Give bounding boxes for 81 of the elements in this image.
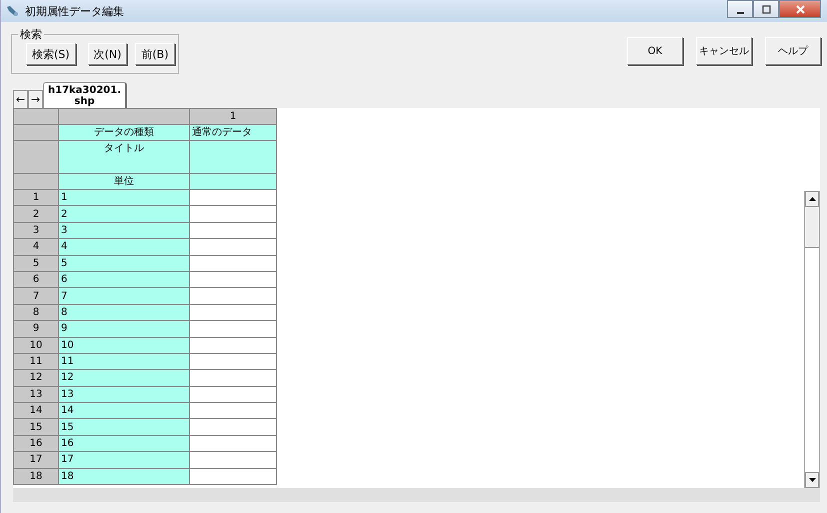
row-number: 11: [14, 353, 58, 370]
table-cell[interactable]: [190, 353, 276, 370]
row-number: 10: [14, 337, 58, 354]
row-number: 7: [14, 288, 58, 304]
search-button[interactable]: 次(N): [88, 43, 128, 65]
vertical-scrollbar[interactable]: [804, 191, 820, 488]
row-number: 14: [14, 402, 58, 419]
row-number: 12: [14, 370, 58, 386]
field-label: 単位: [58, 174, 190, 190]
table-cell[interactable]: [190, 435, 276, 452]
table-cell: 12: [58, 370, 190, 386]
scroll-down-icon[interactable]: [805, 472, 819, 488]
table-cell: 18: [58, 468, 190, 485]
table-cell: 6: [58, 271, 190, 288]
table-cell: 16: [58, 435, 190, 452]
table-cell: 15: [58, 418, 190, 436]
scroll-thumb[interactable]: [805, 207, 819, 248]
table-cell[interactable]: [190, 238, 276, 256]
table-cell: 通常のデータ: [190, 124, 276, 140]
table-cell[interactable]: [190, 206, 276, 222]
table-cell: 2: [58, 206, 190, 222]
table-cell: 8: [58, 304, 190, 321]
table-cell: 9: [58, 320, 190, 338]
table-cell[interactable]: [190, 452, 276, 468]
close-button[interactable]: [779, 0, 821, 18]
dialog-button[interactable]: キャンセル: [696, 37, 752, 65]
table-cell: 5: [58, 255, 190, 272]
table-cell[interactable]: [190, 271, 276, 288]
close-icon: [796, 4, 804, 14]
dialog-button[interactable]: ヘルプ: [765, 37, 821, 65]
scroll-up-icon[interactable]: [805, 191, 819, 207]
column-header: 1: [190, 108, 276, 124]
table-cell[interactable]: [190, 320, 276, 338]
row-number: 9: [14, 320, 58, 338]
row-number: 5: [14, 255, 58, 272]
maximize-icon: [762, 4, 770, 14]
table-cell[interactable]: [190, 255, 276, 272]
search-button[interactable]: 前(B): [135, 43, 175, 65]
table-cell: 7: [58, 288, 190, 304]
minimize-button[interactable]: [727, 0, 753, 18]
field-label: データの種類: [58, 124, 190, 140]
row-number: 4: [14, 238, 58, 256]
minimize-icon: [736, 12, 744, 14]
table-cell[interactable]: [190, 402, 276, 419]
tab-scroll-button[interactable]: →: [28, 90, 43, 108]
tab-scroll-button[interactable]: ←: [13, 90, 28, 108]
table-cell: 10: [58, 337, 190, 354]
table-cell: 4: [58, 238, 190, 256]
dialog-button[interactable]: OK: [627, 37, 683, 65]
table-cell[interactable]: [190, 468, 276, 485]
table-cell: 3: [58, 222, 190, 239]
row-number: 15: [14, 418, 58, 436]
row-number: 2: [14, 206, 58, 222]
table-cell[interactable]: [190, 337, 276, 354]
table-cell[interactable]: [190, 370, 276, 386]
search-button[interactable]: 検索(S): [26, 43, 76, 65]
sheet-tab[interactable]: h17ka30201. shp: [43, 82, 128, 108]
row-number: 3: [14, 222, 58, 239]
row-number: 6: [14, 271, 58, 288]
row-number: 17: [14, 452, 58, 468]
window-title: 初期属性データ編集: [25, 4, 125, 18]
group-label: 検索: [18, 27, 44, 42]
table-cell: 11: [58, 353, 190, 370]
table-cell[interactable]: [190, 418, 276, 436]
table-cell[interactable]: [190, 288, 276, 304]
field-label: タイトル: [58, 140, 190, 174]
row-number: 13: [14, 386, 58, 403]
table-cell[interactable]: [190, 304, 276, 321]
table-cell: 1: [58, 190, 190, 206]
table-cell: 14: [58, 402, 190, 419]
table-cell[interactable]: [190, 190, 276, 206]
table-cell[interactable]: [190, 222, 276, 239]
row-number: 1: [14, 190, 58, 206]
table-cell: 17: [58, 452, 190, 468]
app-icon: [5, 5, 19, 17]
table-cell[interactable]: [190, 386, 276, 403]
maximize-button[interactable]: [753, 0, 779, 18]
row-number: 8: [14, 304, 58, 321]
row-number: 18: [14, 468, 58, 485]
table-cell: 13: [58, 386, 190, 403]
row-number: 16: [14, 435, 58, 452]
